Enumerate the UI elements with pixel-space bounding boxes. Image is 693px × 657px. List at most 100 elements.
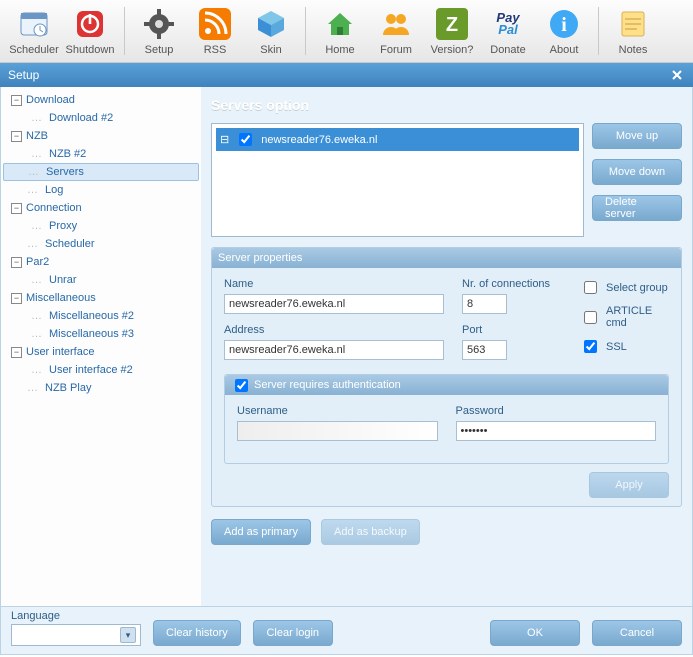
add-backup-button[interactable]: Add as backup	[321, 519, 420, 545]
tree-download2[interactable]: Download #2	[3, 109, 199, 127]
password-input[interactable]	[456, 421, 657, 441]
settings-pane: Servers option ⊟ newsreader76.eweka.nl M…	[201, 87, 692, 606]
window-title: Setup	[8, 68, 39, 82]
address-input[interactable]	[224, 340, 444, 360]
tree-misc2[interactable]: Miscellaneous #2	[3, 307, 199, 325]
paypal-bot: Pal	[498, 24, 518, 36]
toolbar-about[interactable]: i About	[536, 2, 592, 60]
auth-group: Server requires authentication Username …	[224, 374, 669, 464]
toolbar-version[interactable]: Z Version?	[424, 2, 480, 60]
connections-label: Nr. of connections	[462, 278, 562, 290]
toolbar-shutdown[interactable]: Shutdown	[62, 2, 118, 60]
tree-par2[interactable]: −Par2	[3, 253, 199, 271]
move-down-button[interactable]: Move down	[592, 159, 682, 185]
username-label: Username	[237, 405, 438, 417]
info-icon: i	[546, 6, 582, 42]
toolbar-separator	[305, 7, 306, 55]
toolbar-rss-label: RSS	[204, 44, 227, 56]
auth-header: Server requires authentication	[225, 375, 668, 395]
letter-z-icon: Z	[434, 6, 470, 42]
select-group-label: Select group	[606, 282, 668, 294]
add-primary-button[interactable]: Add as primary	[211, 519, 311, 545]
password-label: Password	[456, 405, 657, 417]
username-input[interactable]	[237, 421, 438, 441]
tree-ui[interactable]: −User interface	[3, 343, 199, 361]
tree-servers[interactable]: Servers	[3, 163, 199, 181]
toolbar-scheduler[interactable]: Scheduler	[6, 2, 62, 60]
port-label: Port	[462, 324, 562, 336]
minus-icon: ⊟	[220, 133, 229, 146]
ssl-label: SSL	[606, 341, 627, 353]
toolbar-skin[interactable]: Skin	[243, 2, 299, 60]
toolbar-rss[interactable]: RSS	[187, 2, 243, 60]
clear-login-button[interactable]: Clear login	[253, 620, 333, 646]
server-enabled-checkbox[interactable]	[239, 133, 252, 146]
server-properties-header: Server properties	[212, 248, 681, 268]
cube-icon	[253, 6, 289, 42]
toolbar-version-label: Version?	[431, 44, 474, 56]
language-label: Language	[11, 610, 141, 622]
toolbar-separator	[598, 7, 599, 55]
gear-icon	[141, 6, 177, 42]
rss-icon	[197, 6, 233, 42]
toolbar-setup[interactable]: Setup	[131, 2, 187, 60]
ok-button[interactable]: OK	[490, 620, 580, 646]
calendar-icon	[16, 6, 52, 42]
select-group-checkbox[interactable]	[584, 281, 597, 294]
tree-misc3[interactable]: Miscellaneous #3	[3, 325, 199, 343]
delete-server-button[interactable]: Delete server	[592, 195, 682, 221]
connections-input[interactable]	[462, 294, 507, 314]
clear-history-button[interactable]: Clear history	[153, 620, 241, 646]
tree-nzbplay[interactable]: NZB Play	[3, 379, 199, 397]
tree-nzb[interactable]: −NZB	[3, 127, 199, 145]
toolbar-donate[interactable]: Pay Pal Donate	[480, 2, 536, 60]
tree-unrar[interactable]: Unrar	[3, 271, 199, 289]
toolbar-forum[interactable]: Forum	[368, 2, 424, 60]
toolbar-skin-label: Skin	[260, 44, 281, 56]
tree-proxy[interactable]: Proxy	[3, 217, 199, 235]
server-name: newsreader76.eweka.nl	[261, 134, 377, 146]
tree-ui2[interactable]: User interface #2	[3, 361, 199, 379]
auth-required-checkbox[interactable]	[235, 379, 248, 392]
move-up-button[interactable]: Move up	[592, 123, 682, 149]
article-cmd-checkbox[interactable]	[584, 311, 597, 324]
article-cmd-label: ARTICLE cmd	[606, 305, 669, 329]
toolbar-home[interactable]: Home	[312, 2, 368, 60]
toolbar-shutdown-label: Shutdown	[66, 44, 115, 56]
toolbar-about-label: About	[550, 44, 579, 56]
close-icon	[671, 69, 683, 81]
tree-download[interactable]: −Download	[3, 91, 199, 109]
toolbar-setup-label: Setup	[145, 44, 174, 56]
tree-misc[interactable]: −Miscellaneous	[3, 289, 199, 307]
home-icon	[322, 6, 358, 42]
window-titlebar: Setup	[0, 63, 693, 87]
toolbar-notes-label: Notes	[619, 44, 648, 56]
power-icon	[72, 6, 108, 42]
svg-text:Z: Z	[446, 14, 458, 36]
settings-tree: −Download Download #2 −NZB NZB #2 Server…	[1, 87, 201, 606]
server-properties-group: Server properties Name Address	[211, 247, 682, 507]
port-input[interactable]	[462, 340, 507, 360]
main-toolbar: Scheduler Shutdown Setup RSS Skin Home	[0, 0, 693, 63]
tree-connection[interactable]: −Connection	[3, 199, 199, 217]
cancel-button[interactable]: Cancel	[592, 620, 682, 646]
tree-nzb2[interactable]: NZB #2	[3, 145, 199, 163]
close-button[interactable]	[669, 67, 685, 83]
paypal-icon: Pay Pal	[490, 6, 526, 42]
window-body: −Download Download #2 −NZB NZB #2 Server…	[0, 87, 693, 607]
tree-log[interactable]: Log	[3, 181, 199, 199]
server-list-item[interactable]: ⊟ newsreader76.eweka.nl	[216, 128, 579, 151]
chevron-down-icon: ▾	[120, 627, 136, 643]
toolbar-separator	[124, 7, 125, 55]
toolbar-notes[interactable]: Notes	[605, 2, 661, 60]
page-title: Servers option	[211, 97, 682, 113]
name-label: Name	[224, 278, 444, 290]
server-list[interactable]: ⊟ newsreader76.eweka.nl	[211, 123, 584, 237]
notes-icon	[615, 6, 651, 42]
name-input[interactable]	[224, 294, 444, 314]
tree-scheduler[interactable]: Scheduler	[3, 235, 199, 253]
apply-button[interactable]: Apply	[589, 472, 669, 498]
language-dropdown[interactable]: ▾	[11, 624, 141, 646]
ssl-checkbox[interactable]	[584, 340, 597, 353]
toolbar-home-label: Home	[325, 44, 354, 56]
